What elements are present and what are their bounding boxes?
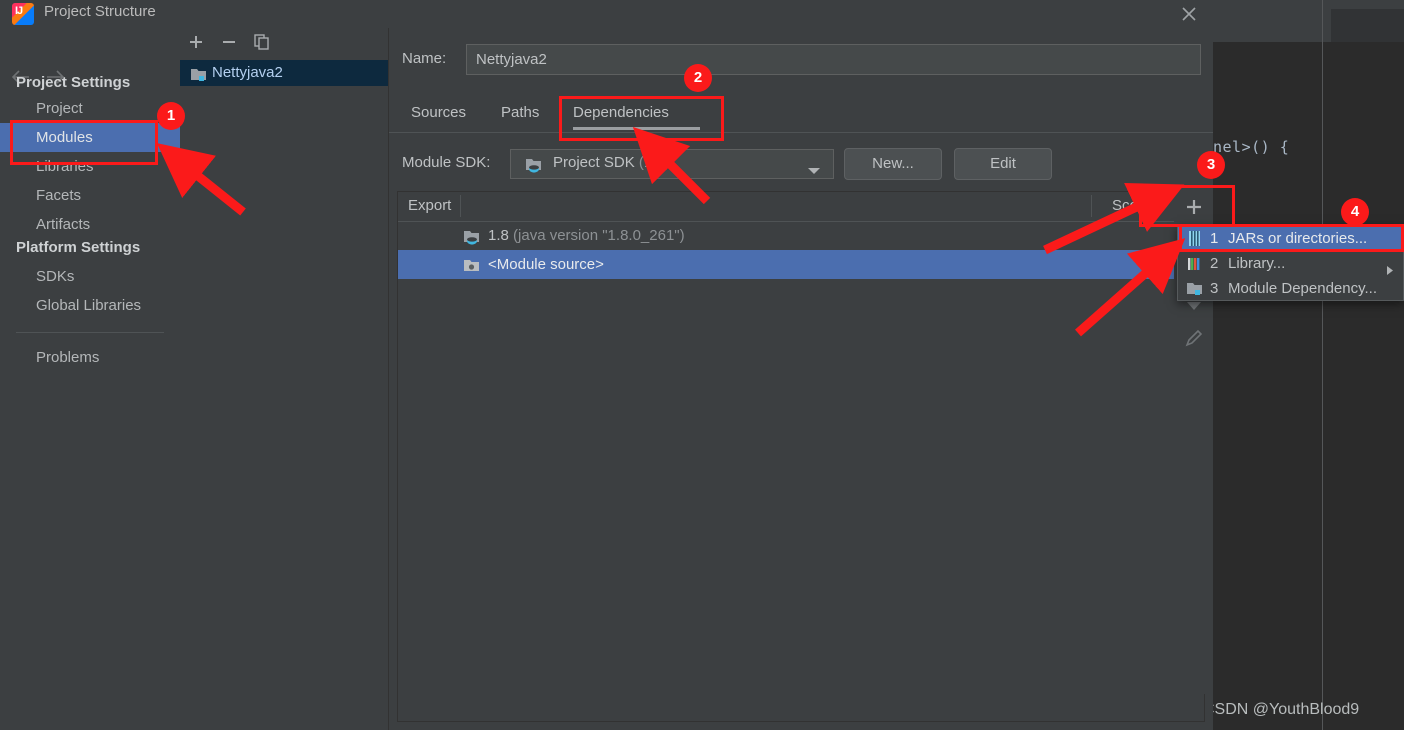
dependencies-table: Export Scope 1.8 (java version "1.8.0_26… — [397, 191, 1205, 722]
sidebar-divider — [16, 332, 164, 333]
sidebar-item-facets[interactable]: Facets — [0, 181, 180, 210]
annotation-box-4 — [1179, 224, 1404, 252]
sidebar-item-global-libraries[interactable]: Global Libraries — [0, 291, 180, 320]
menu-item-label: Module Dependency... — [1228, 280, 1377, 297]
module-list-toolbar — [180, 28, 388, 60]
sdk-value-main: Project SDK — [553, 154, 635, 171]
name-label: Name: — [402, 50, 447, 67]
table-row[interactable]: <Module source> — [398, 250, 1204, 279]
sdk-folder-icon — [525, 157, 544, 179]
module-name-input[interactable]: Nettyjava2 — [466, 44, 1201, 75]
column-divider-2[interactable] — [1091, 195, 1092, 217]
plus-icon[interactable] — [186, 32, 212, 56]
intellij-idea-icon — [12, 3, 34, 25]
edit-dependency-button[interactable] — [1174, 321, 1213, 354]
menu-item-module-dependency[interactable]: 3 Module Dependency... — [1178, 276, 1403, 301]
module-detail-pane: Name: Nettyjava2 Sources Paths Dependenc… — [389, 28, 1213, 730]
sidebar-item-artifacts[interactable]: Artifacts — [0, 210, 180, 239]
annotation-badge-1: 1 — [157, 102, 185, 130]
annotation-box-3 — [1139, 185, 1235, 227]
editor-code-text: nel>() { — [1213, 138, 1290, 156]
row-text-detail: (java version "1.8.0_261") — [513, 227, 685, 244]
new-sdk-button[interactable]: New... — [844, 148, 942, 180]
module-folder-icon — [1186, 280, 1204, 305]
module-sdk-value: Project SDK (1.8) — [553, 154, 670, 171]
module-list-item-nettyjava2[interactable]: Nettyjava2 — [180, 60, 388, 86]
minus-icon[interactable] — [219, 32, 245, 56]
module-folder-icon — [190, 67, 208, 88]
table-row[interactable]: 1.8 (java version "1.8.0_261") — [398, 221, 1204, 250]
menu-item-label: Library... — [1228, 255, 1286, 272]
annotation-badge-3: 3 — [1197, 151, 1225, 179]
module-sdk-select[interactable]: Project SDK (1.8) — [510, 149, 834, 179]
table-cell-name: 1.8 (java version "1.8.0_261") — [488, 221, 685, 250]
sidebar-item-problems[interactable]: Problems — [0, 343, 180, 372]
column-divider-1[interactable] — [460, 195, 461, 217]
tabbar-underline — [389, 132, 1213, 133]
copy-icon[interactable] — [252, 32, 278, 56]
sidebar-heading-platform-settings: Platform Settings — [16, 239, 141, 256]
annotation-box-1 — [10, 120, 158, 165]
table-cell-name: <Module source> — [488, 256, 604, 273]
menu-item-number: 3 — [1210, 280, 1219, 297]
editor-tab-right[interactable] — [1331, 9, 1404, 42]
column-header-export[interactable]: Export — [408, 192, 451, 220]
chevron-down-icon[interactable] — [807, 162, 821, 180]
edit-sdk-button[interactable]: Edit — [954, 148, 1052, 180]
editor-tabstrip-top — [1213, 0, 1404, 9]
dialog-title: Project Structure — [44, 3, 156, 20]
annotation-badge-2: 2 — [684, 64, 712, 92]
close-icon[interactable] — [1175, 1, 1203, 27]
dialog-titlebar: Project Structure — [0, 0, 1213, 28]
sidebar-item-sdks[interactable]: SDKs — [0, 262, 180, 291]
annotation-badge-4: 4 — [1341, 198, 1369, 226]
csdn-watermark: CSDN @YouthBlood9 — [1203, 701, 1360, 718]
row-text-main: 1.8 — [488, 227, 509, 244]
module-sdk-label: Module SDK: — [402, 154, 491, 171]
tab-sources[interactable]: Sources — [411, 96, 484, 132]
module-tabs: Sources Paths Dependencies — [389, 96, 1213, 132]
tab-paths[interactable]: Paths — [501, 96, 557, 132]
annotation-box-2 — [559, 96, 724, 141]
sdk-value-detail: (1.8) — [638, 154, 670, 171]
module-list-panel: Nettyjava2 — [180, 28, 389, 730]
menu-item-library[interactable]: 2 Library... — [1178, 251, 1403, 276]
module-source-icon — [463, 256, 482, 285]
dependencies-table-header: Export Scope — [398, 192, 1204, 222]
editor-split-line — [1322, 0, 1323, 730]
sidebar-item-project[interactable]: Project — [0, 94, 180, 123]
editor-tab-left[interactable] — [1213, 9, 1331, 42]
sidebar-heading-project-settings: Project Settings — [16, 74, 131, 91]
menu-item-number: 2 — [1210, 255, 1219, 272]
